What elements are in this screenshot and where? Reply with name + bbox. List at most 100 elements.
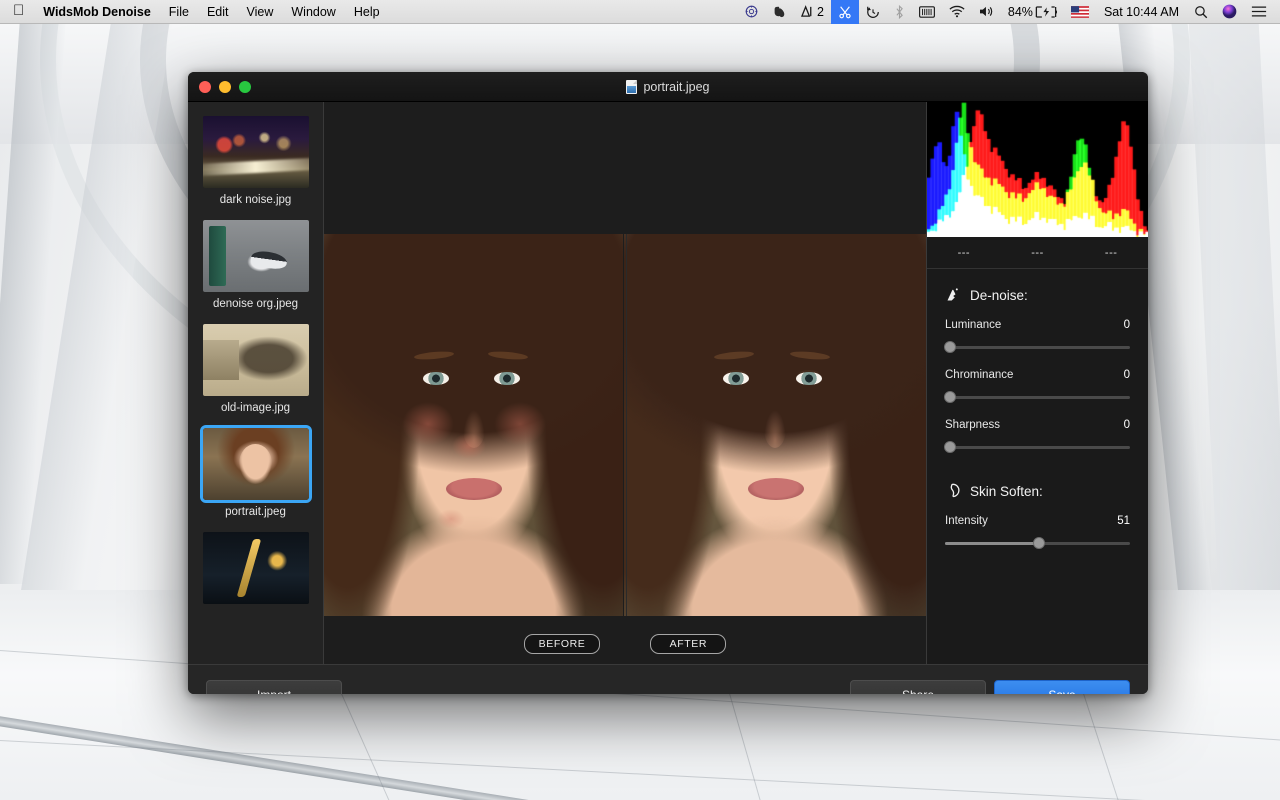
skin-soften-section-header: Skin Soften: (945, 483, 1130, 499)
wifi-icon[interactable] (942, 5, 972, 18)
rgb-histogram (927, 102, 1148, 237)
import-button[interactable]: Import (206, 680, 342, 695)
intensity-control: Intensity 51 (945, 515, 1130, 549)
minimize-button[interactable] (219, 81, 231, 93)
sharpness-value: 0 (1124, 419, 1130, 431)
menu-item-help[interactable]: Help (345, 0, 389, 24)
slider-thumb[interactable] (944, 391, 956, 403)
siri-icon[interactable] (1215, 4, 1244, 19)
menu-item-window[interactable]: Window (282, 0, 344, 24)
window-title-bar: portrait.jpeg (188, 72, 1148, 102)
menu-item-edit[interactable]: Edit (198, 0, 238, 24)
sharpness-label: Sharpness (945, 419, 1000, 431)
slider-thumb[interactable] (944, 341, 956, 353)
thumbnail[interactable] (203, 324, 309, 396)
denoise-title: De-noise: (970, 288, 1028, 303)
histogram-readout: --- --- --- (927, 237, 1148, 269)
menu-item-view[interactable]: View (238, 0, 283, 24)
bluetooth-icon[interactable] (887, 5, 912, 19)
window-footer-toolbar: Import Share Save (188, 664, 1148, 694)
save-button[interactable]: Save (994, 680, 1130, 695)
share-button[interactable]: Share (850, 680, 986, 695)
menu-bar-status-area: 2 84% Sat 10:44 AM (738, 0, 1280, 24)
histogram-value-blue: --- (1074, 247, 1148, 259)
time-machine-icon[interactable] (859, 5, 887, 19)
after-portrait-image (624, 234, 926, 616)
list-item-label: dark noise.jpg (200, 194, 311, 206)
list-item-label: denoise org.jpeg (200, 298, 311, 310)
document-icon (626, 80, 637, 94)
notification-center-icon[interactable] (1244, 5, 1274, 18)
luminance-control: Luminance 0 (945, 319, 1130, 353)
thumbnail[interactable] (203, 116, 309, 188)
denoise-section: De-noise: Luminance 0 Chrominanc (927, 269, 1148, 469)
istat-value: 2 (814, 0, 824, 24)
luminance-slider[interactable] (945, 341, 1130, 353)
luminance-label: Luminance (945, 319, 1001, 331)
volume-icon[interactable] (972, 5, 1001, 18)
before-image-pane[interactable] (324, 234, 623, 616)
battery-percent-label: 84% (1001, 0, 1035, 24)
luminance-value: 0 (1124, 319, 1130, 331)
image-list-sidebar[interactable]: dark noise.jpg denoise org.jpeg old-imag… (188, 102, 324, 664)
list-item[interactable] (188, 518, 323, 610)
window-title-text: portrait.jpeg (643, 80, 709, 94)
list-item[interactable]: denoise org.jpeg (188, 206, 323, 310)
thumbnail[interactable] (203, 532, 309, 604)
before-after-compare (324, 234, 926, 616)
onepassword-icon[interactable] (738, 5, 765, 18)
image-compare-canvas: BEFORE AFTER (324, 102, 926, 664)
evernote-icon[interactable] (765, 5, 794, 18)
sharpness-slider[interactable] (945, 441, 1130, 453)
list-item[interactable]: dark noise.jpg (188, 102, 323, 206)
intensity-label: Intensity (945, 515, 988, 527)
us-flag-icon[interactable] (1064, 6, 1096, 18)
intensity-value: 51 (1117, 515, 1130, 527)
apple-logo-icon[interactable]:  (9, 3, 34, 20)
skin-soften-icon (945, 483, 961, 499)
battery-charging-icon[interactable] (1035, 6, 1064, 18)
window-title: portrait.jpeg (188, 80, 1148, 94)
before-button[interactable]: BEFORE (524, 634, 601, 654)
menu-item-file[interactable]: File (160, 0, 198, 24)
after-image-pane[interactable] (624, 234, 926, 616)
chrominance-control: Chrominance 0 (945, 369, 1130, 403)
histogram-value-red: --- (927, 247, 1001, 259)
istat-menus-icon[interactable]: 2 (794, 0, 831, 24)
chrominance-slider[interactable] (945, 391, 1130, 403)
maximize-button[interactable] (239, 81, 251, 93)
compare-divider (626, 234, 627, 616)
mac-menu-bar:  WidsMob Denoise File Edit View Window … (0, 0, 1280, 24)
intensity-slider[interactable] (945, 537, 1130, 549)
display-icon[interactable] (912, 6, 942, 18)
menu-bar-clock[interactable]: Sat 10:44 AM (1096, 5, 1187, 19)
thumbnail[interactable] (203, 428, 309, 500)
slider-thumb[interactable] (944, 441, 956, 453)
window-body: dark noise.jpg denoise org.jpeg old-imag… (188, 102, 1148, 664)
list-item-label: portrait.jpeg (200, 506, 311, 518)
histogram-value-green: --- (1001, 247, 1075, 259)
list-item-selected[interactable]: portrait.jpeg (188, 414, 323, 518)
menu-bar-left:  WidsMob Denoise File Edit View Window … (0, 0, 389, 24)
window-controls (188, 81, 251, 93)
list-item-label: old-image.jpg (200, 402, 311, 414)
close-button[interactable] (199, 81, 211, 93)
chrominance-label: Chrominance (945, 369, 1013, 381)
before-after-toggle-row: BEFORE AFTER (324, 624, 926, 664)
denoise-icon (945, 287, 961, 303)
adjustments-panel: --- --- --- De-noise: Luminance 0 (926, 102, 1148, 664)
after-button[interactable]: AFTER (650, 634, 726, 654)
chrominance-value: 0 (1124, 369, 1130, 381)
slider-thumb[interactable] (1033, 537, 1045, 549)
widsmob-denoise-window: portrait.jpeg dark noise.jpg denoise org… (188, 72, 1148, 694)
skin-soften-section: Skin Soften: Intensity 51 (927, 469, 1148, 565)
menu-app-name[interactable]: WidsMob Denoise (34, 0, 160, 24)
skin-soften-title: Skin Soften: (970, 484, 1043, 499)
denoise-section-header: De-noise: (945, 287, 1130, 303)
sharpness-control: Sharpness 0 (945, 419, 1130, 453)
list-item[interactable]: old-image.jpg (188, 310, 323, 414)
scissors-icon[interactable] (831, 0, 859, 24)
before-portrait-image (324, 234, 623, 616)
thumbnail[interactable] (203, 220, 309, 292)
spotlight-search-icon[interactable] (1187, 5, 1215, 19)
